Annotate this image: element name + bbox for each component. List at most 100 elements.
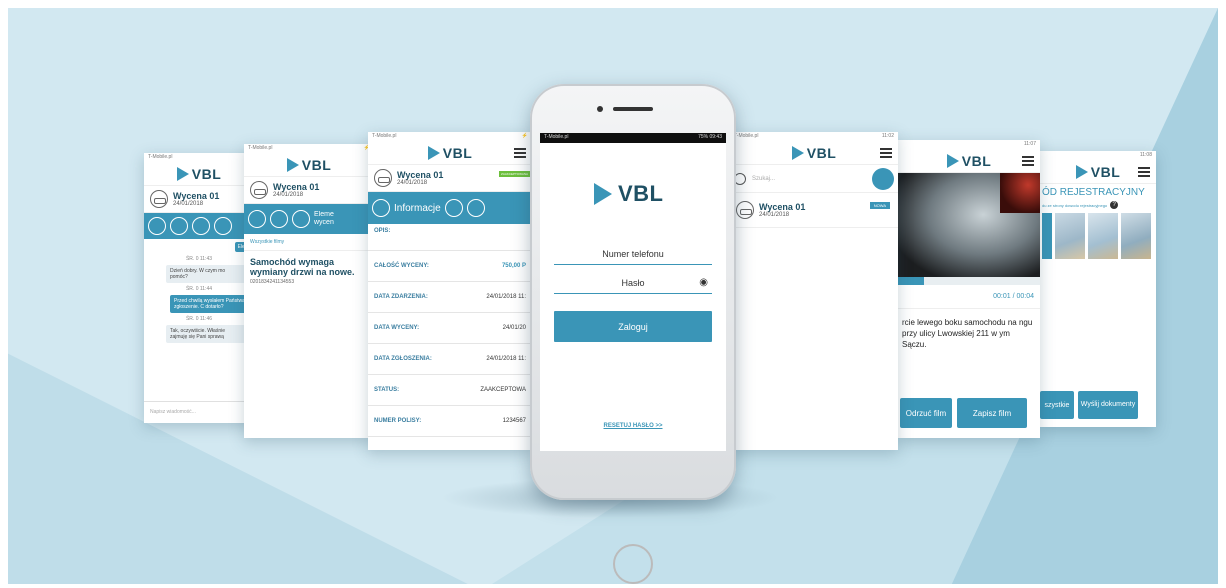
row-value: 24/01/20 xyxy=(502,325,526,331)
row-value: 750,00 P xyxy=(501,263,526,269)
list-item[interactable]: Wycena 01 24/01/2018 NOWA xyxy=(730,193,898,228)
tab-icon[interactable] xyxy=(214,217,232,235)
logo-icon xyxy=(286,157,299,172)
app-header: VBL xyxy=(144,162,254,186)
item-title: Wycena 01 xyxy=(397,170,444,180)
logo-text: VBL xyxy=(1090,163,1121,180)
logo-icon xyxy=(791,145,804,160)
reset-password-link[interactable]: RESETUJ HASŁO >> xyxy=(540,423,726,429)
tab-icon[interactable] xyxy=(148,217,166,235)
filter-icon[interactable] xyxy=(872,167,894,190)
row-value: ZAAKCEPTOWA xyxy=(480,387,526,393)
document-thumbnail[interactable] xyxy=(1088,213,1118,259)
vbl-logo: VBL xyxy=(946,153,992,169)
help-icon[interactable]: ? xyxy=(1110,201,1119,209)
screen-info: T-Mobile.pl ⚡ VBL Wycena 01 24/01/2018 ZAA… xyxy=(368,132,532,450)
table-row: DATA WYCENY: 24/01/20 xyxy=(368,313,532,344)
phone-number-input[interactable]: Numer telefonu xyxy=(554,244,712,265)
document-thumbnail[interactable] xyxy=(1055,213,1085,259)
video-progress-track[interactable] xyxy=(898,277,1040,285)
item-date: 24/01/2018 xyxy=(759,212,790,218)
search-bar: Szukaj... xyxy=(730,165,898,193)
logo-text: VBL xyxy=(442,144,473,161)
status-bar: T-Mobile.pl⚡ xyxy=(368,132,532,141)
status-battery: 75% 09:43 xyxy=(698,134,722,140)
tab-icon[interactable] xyxy=(248,210,266,228)
vbl-logo: VBL xyxy=(1075,163,1121,180)
list-item[interactable]: Wycena 01 24/01/2018 xyxy=(144,186,254,213)
tab-icon[interactable] xyxy=(292,210,310,228)
video-frame-detail xyxy=(1000,173,1040,213)
eye-icon[interactable]: ◉ xyxy=(699,273,708,293)
status-bar: 11:07 xyxy=(898,140,1040,149)
password-field[interactable]: Hasło ◉ xyxy=(554,273,712,294)
table-row: DATA ZDARZENIA: 24/01/2018 11: xyxy=(368,282,532,313)
logo-text: VBL xyxy=(301,156,332,173)
car-icon xyxy=(374,169,392,187)
video-description: rcie lewego boku samochodu na ngu przy u… xyxy=(902,318,1033,349)
video-progress-fill xyxy=(898,277,924,285)
tab-bar: Informacje xyxy=(368,192,532,224)
status-text: T-Mobile.pl xyxy=(148,154,173,160)
row-label: STATUS: xyxy=(374,387,400,393)
menu-icon[interactable] xyxy=(880,148,892,158)
tab-icon[interactable] xyxy=(444,199,463,217)
menu-icon[interactable] xyxy=(1138,167,1150,177)
row-label: DATA WYCENY: xyxy=(374,325,420,331)
video-actions: Odrzuć film Zapisz film xyxy=(898,398,1027,428)
logo-icon xyxy=(427,145,440,160)
message-input[interactable]: Napisz wiadomość... xyxy=(144,401,254,423)
password-input[interactable]: Hasło xyxy=(621,278,644,288)
menu-icon[interactable] xyxy=(514,148,526,158)
list-item[interactable]: Wycena 01 24/01/2018 xyxy=(244,177,374,204)
vbl-logo: VBL xyxy=(176,166,222,182)
status-badge: NOWA xyxy=(869,202,890,209)
app-header: VBL xyxy=(730,141,898,165)
status-bar: 11:08 xyxy=(1040,151,1156,160)
promo-stage: T-Mobile.pl⚡ VBL Wycena 0124/01/2018 Ele… xyxy=(0,0,1226,588)
tab-icon[interactable] xyxy=(270,210,288,228)
send-documents-button[interactable]: Wyślij dokumenty xyxy=(1078,391,1138,419)
document-thumbnail[interactable] xyxy=(1121,213,1151,259)
login-screen: T-Mobile.pl 75% 09:43 VBL Numer telefonu … xyxy=(540,133,726,451)
logo-text: VBL xyxy=(806,144,837,161)
item-title: Wycena 01 xyxy=(273,182,320,192)
table-row: CAŁOŚĆ WYCENY: 750,00 P xyxy=(368,251,532,282)
search-input[interactable]: Szukaj... xyxy=(752,176,866,182)
save-video-button[interactable]: Zapisz film xyxy=(957,398,1027,428)
element-code: 0201834241134553 xyxy=(250,279,295,285)
home-button[interactable] xyxy=(613,544,653,584)
reject-video-button[interactable]: Odrzuć film xyxy=(900,398,952,428)
tab-icon[interactable] xyxy=(372,199,390,217)
vbl-logo: VBL xyxy=(594,181,664,207)
all-button[interactable]: szystkie xyxy=(1040,391,1074,419)
tab-icon[interactable] xyxy=(192,217,210,235)
document-thumbnail[interactable] xyxy=(1042,213,1052,259)
tab-icon[interactable] xyxy=(170,217,188,235)
login-button[interactable]: Zaloguj xyxy=(554,311,712,342)
filter-label[interactable]: Wszystkie filmy xyxy=(244,234,374,251)
status-text: T-Mobile.pl xyxy=(734,133,759,139)
row-value: 1234567 xyxy=(502,418,526,424)
logo-icon xyxy=(594,183,612,205)
logo-icon xyxy=(176,166,189,181)
screen-elements: T-Mobile.pl ⚡ VBL Wycena 01 24/01/2018 Ele… xyxy=(244,144,374,438)
tab-icon[interactable] xyxy=(466,199,485,217)
row-value: 24/01/2018 11: xyxy=(486,294,526,300)
status-bar: T-Mobile.pl⚡ xyxy=(244,144,374,153)
tab-label: Eleme wycen xyxy=(314,211,334,226)
info-table: OPIS: CAŁOŚĆ WYCENY: 750,00 P DATA ZDARZE… xyxy=(368,224,532,437)
screen-video: 11:07 VBL 00:01 / 00:04 rcie lewego boku… xyxy=(898,140,1040,438)
video-preview[interactable] xyxy=(898,173,1040,277)
item-date: 24/01/2018 xyxy=(173,201,204,207)
menu-icon[interactable] xyxy=(1022,156,1034,166)
table-row: NUMER POLISY: 1234567 xyxy=(368,406,532,437)
tab-bar xyxy=(144,213,254,239)
tab-informacje[interactable]: Informacje xyxy=(394,203,441,214)
app-header: VBL xyxy=(368,141,532,165)
page-title: ÓD REJESTRACYJNY xyxy=(1042,187,1145,198)
screen-documents: 11:08 VBL ÓD REJESTRACYJNY du ze strony … xyxy=(1040,151,1156,427)
list-item[interactable]: Wycena 01 24/01/2018 ZAAKCEPTOWANA xyxy=(368,165,532,192)
row-label: DATA ZDARZENIA: xyxy=(374,294,428,300)
app-header: VBL xyxy=(898,149,1040,173)
